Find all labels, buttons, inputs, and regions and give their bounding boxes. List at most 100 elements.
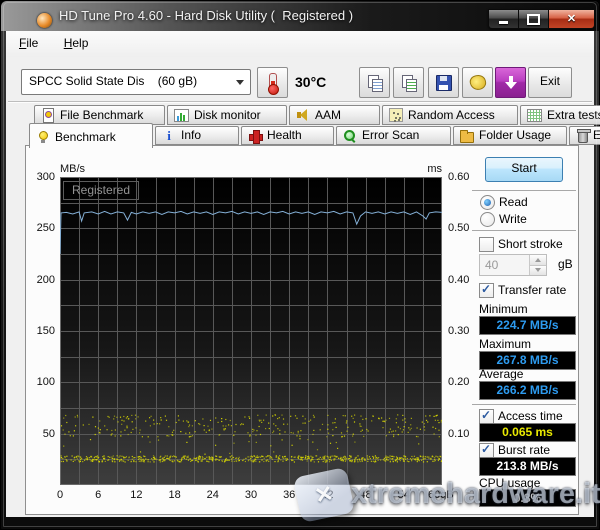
panel-separator — [472, 190, 576, 191]
short-stroke-size-spinner[interactable]: 40 — [479, 254, 547, 276]
average-label: Average — [479, 367, 524, 381]
drive-selector[interactable]: SPCC Solid State Dis (60 gB) — [21, 69, 251, 95]
tab-label: Health — [267, 128, 302, 142]
axis-tick-label: 24 — [206, 489, 219, 501]
axis-tick-label: 42 — [321, 489, 334, 501]
write-radio[interactable] — [480, 212, 495, 227]
axis-tick-label: 30 — [244, 489, 258, 501]
axis-tick-label: 6 — [95, 489, 102, 501]
temperature-button[interactable] — [257, 67, 288, 98]
gallery-button[interactable] — [462, 67, 493, 98]
read-radio[interactable] — [480, 195, 495, 210]
spin-down-button[interactable] — [530, 265, 546, 275]
exit-label: Exit — [539, 74, 560, 88]
tab-extra-tests[interactable]: Extra tests — [520, 105, 600, 125]
minimize-icon — [499, 21, 508, 24]
tab-row-upper: File Benchmark Disk monitor AAM Random A… — [34, 105, 600, 125]
minimize-button[interactable] — [489, 10, 519, 28]
tab-disk-monitor[interactable]: Disk monitor — [167, 105, 287, 125]
read-label: Read — [499, 195, 528, 209]
cpu-usage-value: 0.8% — [479, 489, 576, 507]
copy-text-button[interactable] — [359, 67, 390, 98]
write-label: Write — [499, 212, 527, 226]
tab-file-benchmark[interactable]: File Benchmark — [34, 105, 165, 125]
axis-tick-label: 50 — [42, 427, 55, 440]
exit-button[interactable]: Exit — [528, 67, 572, 98]
access-time-label: Access time — [498, 409, 563, 423]
download-arrow-icon — [504, 75, 518, 90]
tab-error-scan[interactable]: Error Scan — [336, 126, 451, 145]
tab-erase[interactable]: Erase — [569, 126, 600, 145]
axis-tick-label: 0.60 — [448, 171, 470, 183]
close-icon: ✕ — [566, 13, 577, 25]
transfer-rate-checkbox[interactable] — [479, 282, 494, 298]
titlebar: HD Tune Pro 4.60 - Hard Disk Utility ( R… — [1, 1, 599, 31]
cpu-usage-label: CPU usage — [479, 476, 541, 490]
menu-file[interactable]: File — [10, 31, 47, 55]
random-access-icon — [389, 108, 403, 122]
temperature-value: 30°C — [295, 74, 327, 90]
axis-tick-label: 0.30 — [448, 325, 470, 337]
hand-icon — [467, 73, 488, 92]
arrow-up-icon — [535, 257, 541, 262]
chart-plot-area — [59, 177, 444, 486]
burst-rate-checkbox[interactable] — [479, 442, 494, 458]
tab-label: Info — [181, 128, 202, 142]
tab-label: File Benchmark — [60, 107, 144, 122]
maximize-button[interactable] — [519, 10, 549, 28]
info-icon: i — [167, 127, 171, 143]
file-benchmark-icon — [41, 108, 55, 123]
window-controls: ✕ — [488, 9, 595, 29]
axis-tick-label: 0.10 — [448, 427, 470, 440]
short-stroke-checkbox[interactable] — [479, 237, 494, 252]
axis-tick-label: 150 — [36, 325, 55, 337]
tab-info[interactable]: i Info — [155, 126, 239, 145]
tab-health[interactable]: Health — [241, 126, 334, 145]
tab-row-lower: Benchmark i Info Health Error Scan Folde… — [29, 123, 600, 148]
close-button[interactable]: ✕ — [549, 10, 594, 28]
magnifier-icon — [343, 129, 357, 143]
minimum-value: 224.7 MB/s — [479, 316, 576, 335]
axis-tick-label: 18 — [168, 489, 181, 501]
access-time-checkbox[interactable] — [479, 408, 494, 424]
axis-tick-label: 0 — [56, 489, 64, 501]
tab-folder-usage[interactable]: Folder Usage — [453, 126, 567, 145]
spin-up-button[interactable] — [530, 255, 546, 266]
trash-icon — [577, 128, 591, 143]
start-label: Start — [511, 161, 537, 175]
window-frame: HD Tune Pro 4.60 - Hard Disk Utility ( R… — [0, 0, 600, 530]
short-stroke-unit-label: gB — [558, 257, 573, 271]
axis-tick-label: 0.20 — [448, 376, 470, 389]
tab-random-access[interactable]: Random Access — [382, 105, 518, 125]
chevron-down-icon — [236, 80, 244, 85]
window-title: HD Tune Pro 4.60 - Hard Disk Utility ( R… — [59, 8, 354, 23]
tab-label: Error Scan — [362, 128, 420, 142]
download-button[interactable] — [495, 67, 526, 98]
axis-tick-label: 100 — [36, 376, 55, 389]
tab-label: Folder Usage — [479, 128, 552, 142]
short-stroke-label: Short stroke — [498, 237, 563, 251]
maximum-label: Maximum — [479, 337, 532, 351]
save-screenshot-icon — [435, 74, 452, 91]
save-screenshot-button[interactable] — [428, 67, 459, 98]
start-button[interactable]: Start — [485, 157, 563, 182]
axis-tick-label: 48 — [359, 489, 372, 501]
axis-tick-label: 300 — [36, 171, 55, 183]
axis-tick-label: 250 — [36, 222, 55, 235]
menu-help[interactable]: Help — [55, 31, 98, 55]
tab-aam[interactable]: AAM — [289, 105, 380, 125]
panel-separator — [472, 230, 576, 231]
tab-label: Random Access — [408, 107, 495, 122]
axis-tick-label: 0.40 — [448, 273, 470, 286]
client-area: File Help SPCC Solid State Dis (60 gB) 3… — [6, 31, 600, 517]
tab-label: Erase — [593, 128, 600, 142]
arrow-down-icon — [535, 268, 541, 273]
axis-tick-label: 0.50 — [448, 222, 470, 235]
registered-overlay: Registered — [63, 181, 140, 200]
toolbar-separator — [8, 101, 592, 103]
spinner-buttons — [529, 255, 546, 275]
tab-label: AAM — [315, 107, 342, 122]
copy-screenshot-button[interactable] — [393, 67, 424, 98]
tab-benchmark[interactable]: Benchmark — [29, 123, 153, 148]
average-value: 266.2 MB/s — [479, 381, 576, 400]
